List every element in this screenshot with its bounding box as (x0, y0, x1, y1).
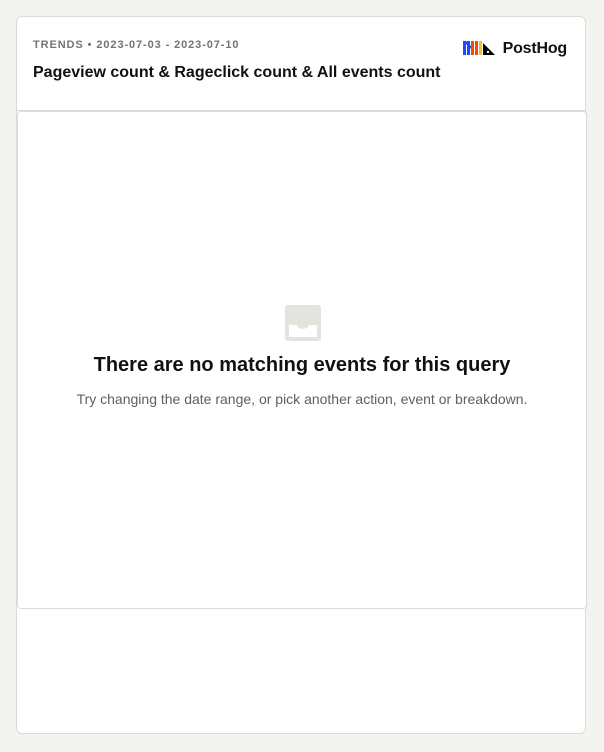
empty-state: There are no matching events for this qu… (18, 112, 586, 608)
insight-type: TRENDS (33, 39, 84, 51)
empty-state-subtitle: Try changing the date range, or pick ano… (76, 391, 528, 407)
empty-state-title: There are no matching events for this qu… (93, 354, 511, 376)
insight-header: TRENDS • 2023-07-03 - 2023-07-10 Pageview … (17, 17, 585, 111)
insight-card: TRENDS • 2023-07-03 - 2023-07-10 Pageview … (16, 16, 587, 734)
insight-body: There are no matching events for this qu… (17, 111, 587, 609)
meta-separator: • (87, 39, 93, 51)
posthog-logo-icon (462, 37, 497, 60)
insight-meta: TRENDS • 2023-07-03 - 2023-07-10 (33, 39, 239, 51)
brand: PostHog (462, 37, 568, 60)
date-range: 2023-07-03 - 2023-07-10 (96, 39, 240, 51)
insight-title: Pageview count & Rageclick count & All e… (33, 64, 441, 81)
inbox-icon (285, 305, 321, 341)
brand-name: PostHog (502, 39, 568, 57)
